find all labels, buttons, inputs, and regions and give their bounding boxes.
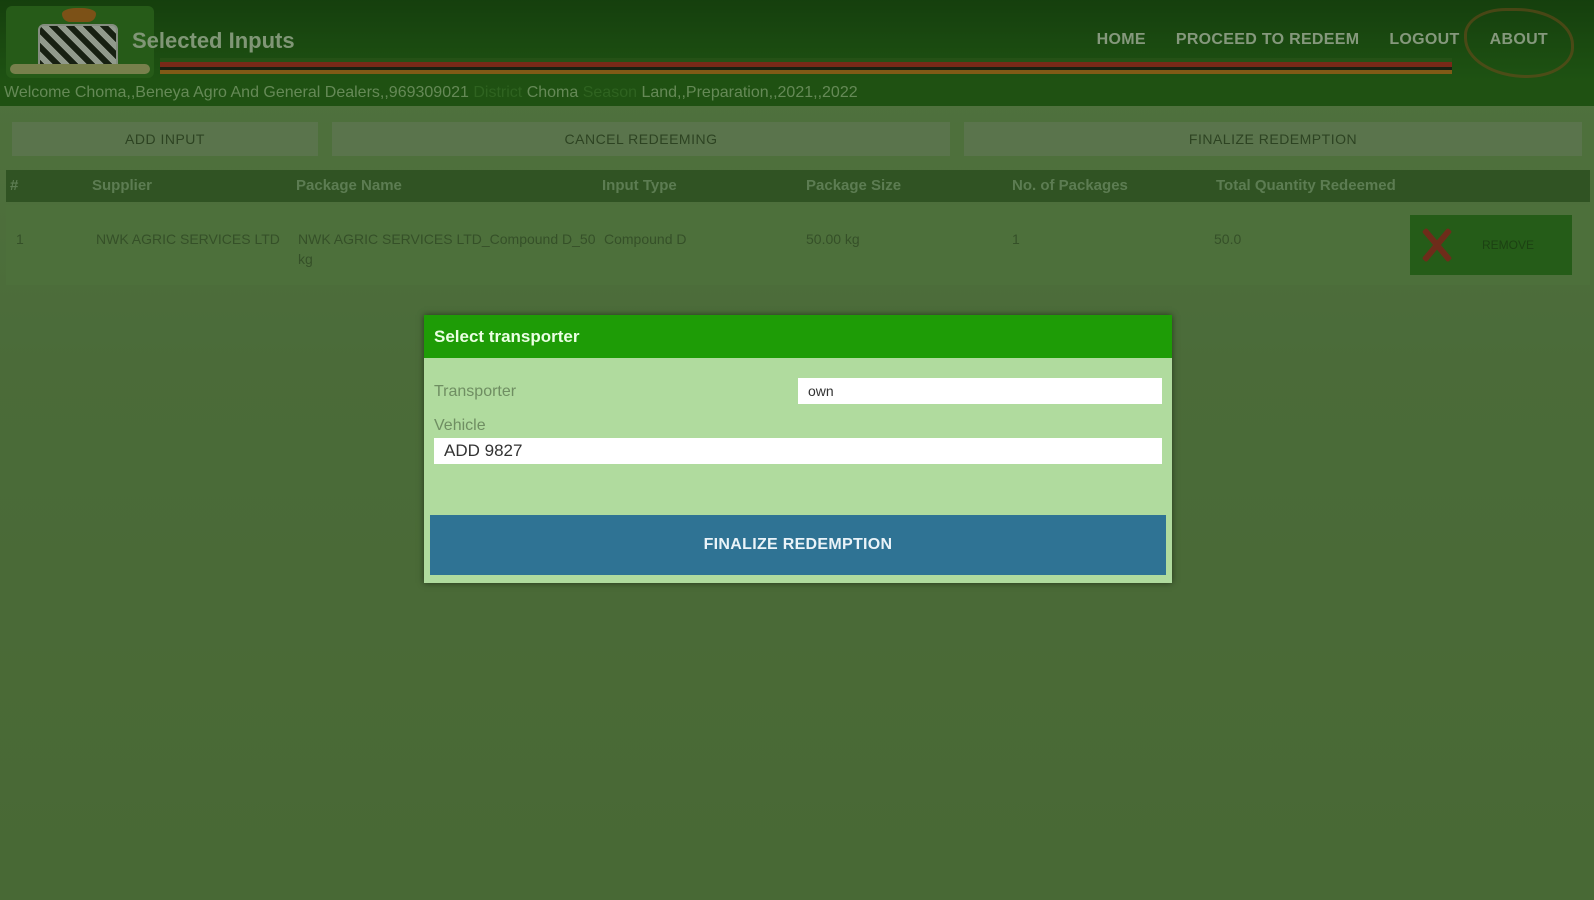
app-root: Selected Inputs HOME PROCEED TO REDEEM L… bbox=[0, 0, 1594, 900]
select-transporter-dialog: Select transporter Transporter own Vehic… bbox=[424, 315, 1172, 583]
vehicle-field[interactable]: ADD 9827 bbox=[434, 438, 1162, 464]
transporter-label: Transporter bbox=[434, 383, 517, 400]
dialog-finalize-button[interactable]: FINALIZE REDEMPTION bbox=[430, 515, 1166, 575]
dialog-title: Select transporter bbox=[434, 327, 580, 346]
transporter-field[interactable]: own bbox=[798, 378, 1162, 404]
dialog-title-bar: Select transporter bbox=[424, 315, 1172, 358]
vehicle-label: Vehicle bbox=[434, 417, 486, 434]
